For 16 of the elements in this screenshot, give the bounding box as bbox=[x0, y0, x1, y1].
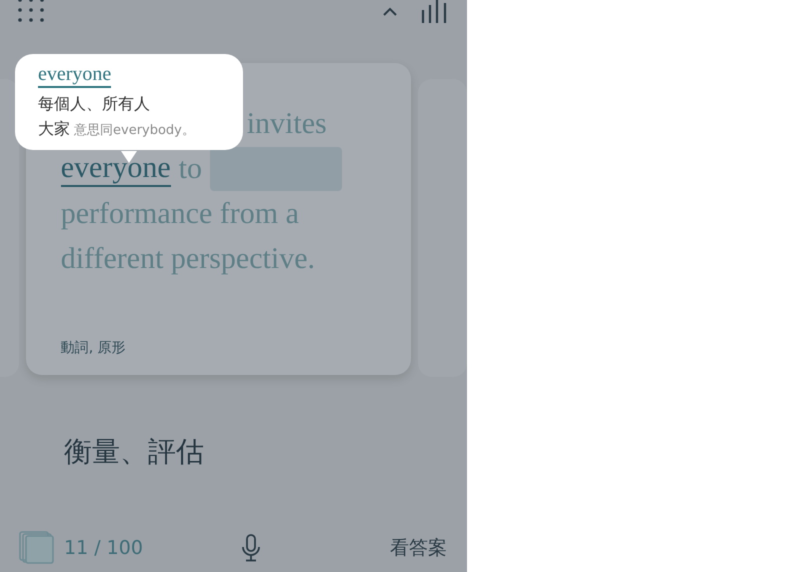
popup-word: everyone bbox=[38, 63, 112, 88]
translation-text: 衡量、評估 bbox=[63, 434, 205, 470]
sentence-text: to bbox=[178, 151, 202, 187]
bar-chart-icon[interactable] bbox=[421, 0, 447, 23]
show-answer-button[interactable]: 看答案 bbox=[390, 535, 447, 561]
card-counter: 11 / 100 bbox=[64, 537, 143, 559]
grid-menu-icon[interactable] bbox=[18, 0, 45, 22]
example-word: 大家 bbox=[38, 119, 70, 138]
word-meaning: 每個人、所有人 bbox=[38, 93, 151, 115]
sentence-text: different perspective. bbox=[60, 241, 316, 277]
microphone-icon[interactable] bbox=[242, 534, 260, 562]
caret-up-icon[interactable] bbox=[383, 7, 397, 16]
sentence-text: invites bbox=[246, 106, 327, 142]
sentence-text: performance from a bbox=[60, 196, 299, 232]
usage-note: 意思同everybody。 bbox=[74, 123, 195, 138]
part-of-speech: 動詞, 原形 bbox=[60, 339, 127, 357]
